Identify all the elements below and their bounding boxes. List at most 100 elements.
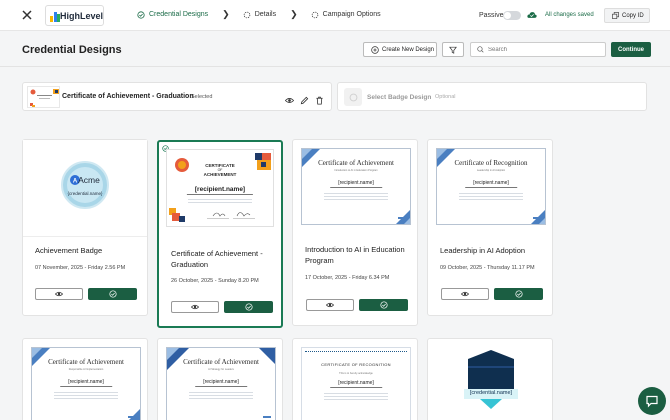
certificate-body-lines bbox=[188, 392, 254, 401]
passive-label: Passive bbox=[479, 12, 504, 19]
certificate-title: Certificate of Achievement bbox=[48, 358, 124, 366]
logo-text: HighLevel bbox=[59, 10, 103, 21]
select-button[interactable] bbox=[494, 288, 543, 300]
certificate-preview: Certificate of Achievement Introduction … bbox=[301, 148, 411, 225]
preview-button[interactable] bbox=[306, 299, 354, 311]
design-card-selected[interactable]: CERTIFICATE OF ACHIEVEMENT [recipient.na… bbox=[157, 140, 283, 328]
check-circle-icon bbox=[137, 10, 145, 19]
certificate-recipient: [recipient.name] bbox=[186, 186, 254, 195]
page-title: Credential Designs bbox=[22, 44, 122, 56]
continue-button[interactable]: Continue bbox=[611, 42, 651, 57]
selected-design-thumbnail bbox=[27, 86, 60, 108]
selected-status: Selected bbox=[191, 94, 213, 100]
certificate-body-lines bbox=[323, 393, 389, 402]
pencil-icon[interactable] bbox=[300, 92, 309, 105]
badge-placeholder-icon bbox=[344, 88, 362, 106]
spinner-icon bbox=[311, 11, 318, 18]
badge-brand: Acme bbox=[78, 175, 100, 185]
step-label: Credential Designs bbox=[149, 11, 209, 18]
design-card[interactable]: [credential.name] bbox=[427, 338, 553, 420]
card-title: Achievement Badge bbox=[35, 246, 103, 255]
header-divider bbox=[0, 66, 670, 67]
preview-button[interactable] bbox=[171, 301, 219, 313]
check-circle-icon bbox=[108, 290, 117, 298]
design-card[interactable]: Certificate of Achievement Introduction … bbox=[292, 139, 418, 326]
eye-icon bbox=[55, 291, 63, 297]
certificate-recipient: [recipient.name] bbox=[465, 180, 517, 188]
step-details[interactable]: Details bbox=[243, 11, 276, 19]
certificate-body-lines bbox=[53, 392, 119, 401]
badge-credential-name: {credential.name} bbox=[67, 191, 103, 196]
create-new-design-button[interactable]: Create New Design bbox=[363, 42, 437, 57]
certificate-body-lines bbox=[323, 193, 389, 202]
search-input[interactable] bbox=[488, 46, 598, 53]
copy-icon bbox=[612, 12, 619, 19]
search-icon bbox=[477, 46, 484, 53]
certificate-subtitle: Introduction to AI in Education Program bbox=[334, 169, 378, 172]
top-bar: HighLevel Credential Designs ❯ Details ❯… bbox=[0, 0, 670, 31]
certificate-subtitle: Leadership in AI Adoption bbox=[476, 169, 506, 172]
check-circle-icon bbox=[244, 303, 253, 311]
selected-actions bbox=[284, 92, 324, 105]
badge-optional-label: Optional bbox=[435, 94, 456, 100]
certificate-recipient: [recipient.name] bbox=[60, 379, 112, 387]
select-button[interactable] bbox=[224, 301, 273, 313]
save-status: All changes saved bbox=[545, 12, 594, 18]
preview-button[interactable] bbox=[441, 288, 489, 300]
certificate-title: Certificate of Achievement bbox=[318, 159, 394, 167]
select-button[interactable] bbox=[88, 288, 137, 300]
badge-preview: A Acme {credential.name} bbox=[61, 161, 109, 209]
close-icon[interactable] bbox=[20, 8, 34, 22]
card-date: 17 October, 2025 - Friday 6.34 PM bbox=[305, 275, 390, 281]
certificate-title: CERTIFICATE OF RECOGNITION bbox=[321, 362, 391, 367]
chat-icon bbox=[646, 395, 658, 408]
design-card[interactable]: Certificate of Achievement Responsible A… bbox=[22, 338, 148, 420]
plus-circle-icon bbox=[371, 45, 379, 54]
filter-button[interactable] bbox=[442, 42, 464, 57]
cloud-check-icon bbox=[527, 12, 537, 18]
certificate-subtitle: This is to hereby acknowledge bbox=[339, 372, 373, 375]
create-label: Create New Design bbox=[382, 46, 435, 53]
step-campaign-options[interactable]: Campaign Options bbox=[311, 11, 381, 19]
filter-icon bbox=[449, 46, 457, 54]
certificate-preview: Certificate of Achievement AI Strategy f… bbox=[166, 347, 276, 420]
copy-id-label: Copy ID bbox=[622, 12, 644, 19]
card-date: 07 November, 2025 - Friday 2.56 PM bbox=[35, 265, 126, 271]
spinner-icon bbox=[243, 11, 250, 18]
step-label: Details bbox=[254, 11, 277, 18]
selected-design-name: Certificate of Achievement - Graduation bbox=[62, 93, 194, 100]
select-button[interactable] bbox=[359, 299, 408, 311]
chevron-right-icon: ❯ bbox=[222, 9, 230, 19]
select-badge-design[interactable]: Select Badge Design Optional bbox=[337, 82, 647, 111]
badge-title: Select Badge Design bbox=[367, 94, 432, 101]
card-date: 26 October, 2025 - Sunday 8.20 PM bbox=[171, 278, 259, 284]
certificate-recipient: [recipient.name] bbox=[195, 379, 247, 387]
trash-icon[interactable] bbox=[315, 92, 324, 105]
certificate-body-lines bbox=[188, 199, 252, 205]
selected-design-bar: Certificate of Achievement - Graduation … bbox=[22, 82, 332, 111]
certificate-body-lines bbox=[458, 193, 524, 202]
certificate-preview: CERTIFICATE OF RECOGNITION This is to he… bbox=[301, 347, 411, 420]
badge-credential-name: [credential.name] bbox=[469, 390, 513, 396]
step-label: Campaign Options bbox=[322, 11, 381, 18]
card-title: Introduction to AI in Education Program bbox=[305, 245, 405, 265]
step-credential-designs[interactable]: Credential Designs bbox=[137, 10, 209, 19]
certificate-title-line: ACHIEVEMENT bbox=[203, 172, 237, 177]
certificate-subtitle: Responsible AI Implementation bbox=[68, 368, 104, 371]
chat-widget-button[interactable] bbox=[638, 387, 666, 415]
design-card[interactable]: CERTIFICATE OF RECOGNITION This is to he… bbox=[292, 338, 418, 420]
certificate-subtitle: AI Strategy for Leaders bbox=[208, 368, 234, 371]
logo-mark-icon bbox=[50, 10, 60, 22]
preview-button[interactable] bbox=[35, 288, 83, 300]
card-title: Certificate of Achievement - Graduation bbox=[171, 249, 263, 269]
copy-id-button[interactable]: Copy ID bbox=[604, 8, 650, 23]
card-title: Leadership in AI Adoption bbox=[440, 246, 526, 255]
design-card[interactable]: A Acme {credential.name} Achievement Bad… bbox=[22, 139, 148, 316]
eye-icon[interactable] bbox=[284, 92, 295, 103]
highlevel-logo: HighLevel bbox=[45, 5, 104, 26]
design-card[interactable]: Certificate of Achievement AI Strategy f… bbox=[157, 338, 283, 420]
check-circle-icon bbox=[379, 301, 388, 309]
passive-toggle[interactable] bbox=[503, 11, 521, 20]
certificate-title: Certificate of Recognition bbox=[454, 159, 528, 167]
design-card[interactable]: Certificate of Recognition Leadership in… bbox=[427, 139, 553, 316]
